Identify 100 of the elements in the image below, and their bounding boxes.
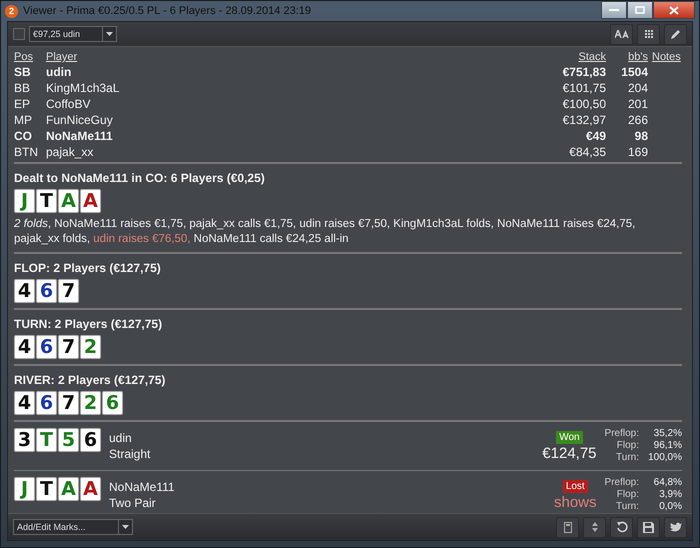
playing-card: J: [14, 477, 35, 501]
playing-card: A: [58, 477, 79, 501]
equity-value: 3,9%: [658, 489, 682, 501]
bird-icon: [670, 522, 682, 532]
close-icon: [669, 6, 679, 14]
up-down-icon: [592, 522, 598, 532]
equity-label: Preflop:: [604, 428, 639, 440]
player-cell-text: KingM1ch3aL: [46, 81, 120, 95]
column-header[interactable]: Notes: [652, 51, 682, 63]
caret-icon: [106, 32, 113, 36]
player-cell-text: FunNiceGuy: [46, 113, 114, 127]
amount-text: shows: [554, 494, 597, 510]
street-title: RIVER: 2 Players (€127,75): [14, 373, 166, 387]
playing-card: 4: [14, 335, 35, 359]
checkbox[interactable]: [13, 28, 25, 40]
bb-cell-text: 266: [626, 113, 648, 127]
close-button[interactable]: [653, 1, 695, 19]
equity-label: Turn:: [615, 501, 639, 513]
maximize-button[interactable]: [627, 1, 653, 19]
bb-cell-text: 204: [626, 81, 648, 95]
marks-select[interactable]: Add/Edit Marks...: [13, 519, 133, 535]
player-cell-text: udin: [46, 65, 72, 79]
bb-cell-text: 98: [634, 129, 648, 143]
font-size-button[interactable]: [610, 24, 633, 44]
column-header[interactable]: Pos: [14, 51, 42, 63]
minimize-icon: [609, 8, 619, 12]
street-title: FLOP: 2 Players (€127,75): [14, 261, 161, 275]
edit-button[interactable]: [664, 24, 687, 44]
equity-value: 0,0%: [658, 501, 682, 513]
column-header[interactable]: Player: [46, 51, 542, 63]
bb-cell-text: 169: [626, 145, 648, 159]
hand-rank: Straight: [109, 446, 152, 462]
playing-card: T: [36, 477, 57, 501]
grid-button[interactable]: [637, 24, 660, 44]
playing-card: 7: [58, 335, 79, 359]
playing-card: 6: [36, 335, 57, 359]
player-cell-text: pajak_xx: [46, 145, 94, 159]
bb-cell-text: 1504: [620, 65, 648, 79]
playing-card: 7: [58, 391, 79, 415]
font-size-icon: [614, 30, 628, 38]
equity-label: Flop:: [616, 489, 639, 501]
floppy-icon: [643, 522, 654, 532]
playing-card: 6: [80, 428, 101, 452]
calculator-icon: [564, 522, 572, 532]
street-title: Dealt to NoNaMe111 in CO: 6 Players (€0,25): [14, 171, 265, 185]
playing-card: A: [80, 477, 101, 501]
save-button[interactable]: [637, 516, 660, 538]
stack-cell-text: €101,75: [562, 81, 606, 95]
grid-icon: [644, 30, 652, 38]
pencil-icon: [670, 28, 681, 40]
caret-icon: [122, 525, 129, 529]
equity-label: Preflop:: [604, 477, 639, 489]
playing-card: 4: [14, 279, 35, 303]
street-title: TURN: 2 Players (€127,75): [14, 317, 162, 331]
refresh-button[interactable]: [610, 516, 633, 538]
refresh-icon: [616, 521, 628, 533]
amount-text: €124,75: [542, 444, 597, 462]
stack-cell-text: €100,50: [562, 97, 606, 111]
bb-cell-text: 201: [626, 97, 648, 111]
playing-card: J: [14, 189, 35, 213]
stack-cell-text: €132,97: [562, 113, 606, 127]
playing-card: 6: [36, 279, 57, 303]
column-header[interactable]: bb's: [610, 51, 648, 63]
maximize-icon: [635, 6, 645, 14]
playing-card: 5: [58, 428, 79, 452]
equity-label: Turn:: [615, 452, 639, 464]
spinner-button[interactable]: [583, 516, 606, 538]
app-badge: 2: [5, 4, 18, 18]
result-badge: Won: [556, 430, 583, 444]
position-cell-text: MP: [14, 113, 33, 127]
player-name: NoNaMe111: [109, 479, 176, 495]
column-header[interactable]: Stack: [546, 51, 606, 63]
stack-cell-text: €49: [584, 129, 606, 143]
playing-card: T: [36, 428, 57, 452]
position-cell-text: BB: [14, 81, 32, 95]
playing-card: A: [58, 189, 79, 213]
share-button[interactable]: [664, 516, 687, 538]
player-cell-text: NoNaMe111: [46, 129, 114, 143]
position-cell-text: SB: [14, 65, 32, 79]
window-title: Viewer - Prima €0.25/0.5 PL - 6 Players - 28.09.2014 23:19: [23, 5, 312, 17]
player-cell-text: CoffoBV: [46, 97, 92, 111]
equity-value: 35,2%: [652, 428, 682, 440]
calculator-button[interactable]: [556, 516, 579, 538]
playing-card: 7: [58, 279, 79, 303]
stack-cell-text: €751,83: [562, 65, 606, 79]
playing-card: 3: [14, 428, 35, 452]
position-cell-text: BTN: [14, 145, 39, 159]
result-badge: Lost: [562, 480, 588, 492]
equity-value: 100,0%: [647, 452, 682, 464]
playing-card: 4: [14, 391, 35, 415]
stack-cell-text: €84,35: [568, 145, 606, 159]
position-cell-text: CO: [14, 129, 33, 143]
playing-card: 2: [80, 335, 101, 359]
playing-card: A: [80, 189, 101, 213]
hand-select[interactable]: €97,25 udin: [29, 26, 117, 42]
playing-card: 2: [80, 391, 101, 415]
equity-value: 64,8%: [652, 477, 682, 489]
player-name: udin: [109, 430, 133, 446]
minimize-button[interactable]: [601, 1, 627, 19]
playing-card: 6: [102, 391, 123, 415]
